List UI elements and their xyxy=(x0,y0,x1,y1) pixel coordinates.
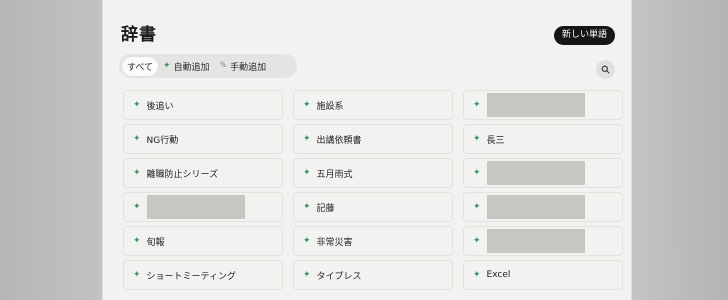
word-label: タイプレス xyxy=(316,271,362,282)
sparkle-icon: ✦ xyxy=(473,202,481,212)
word-label: 五月雨式 xyxy=(316,169,353,180)
dictionary-panel: 辞書 新しい単語 すべて ✦ 自動追加 ✎ 手動追加 ✦ 後追い ✦ NG行動 ✦ 離… xyxy=(102,0,632,300)
word-label: 旬報 xyxy=(146,237,165,248)
filter-tab-label: すべて xyxy=(127,62,154,73)
sparkle-icon: ✦ xyxy=(473,168,481,178)
sparkle-icon: ✦ xyxy=(303,168,311,178)
new-word-button[interactable]: 新しい単語 xyxy=(553,26,615,45)
pen-icon: ✎ xyxy=(219,61,228,71)
redacted-word xyxy=(486,195,585,219)
word-card[interactable]: ✦ xyxy=(123,192,283,222)
page-title: 辞書 xyxy=(121,25,157,45)
word-card[interactable]: ✦ Excel xyxy=(463,260,623,290)
redacted-word xyxy=(486,161,585,185)
sparkle-icon: ✦ xyxy=(473,100,481,110)
word-label: NG行動 xyxy=(146,135,179,146)
word-card[interactable]: ✦ 記藤 xyxy=(293,192,453,222)
word-card[interactable]: ✦ 施設系 xyxy=(293,90,453,120)
word-card[interactable]: ✦ ショートミーティング xyxy=(123,260,283,290)
redacted-word xyxy=(486,93,585,117)
word-label: 施設系 xyxy=(316,101,344,112)
sparkle-icon: ✦ xyxy=(303,100,311,110)
filter-tab-manual[interactable]: ✎ 手動追加 xyxy=(215,57,272,76)
sparkle-icon: ✦ xyxy=(303,236,311,246)
sparkle-icon: ✦ xyxy=(303,270,311,280)
sparkle-icon: ✦ xyxy=(473,236,481,246)
sparkle-icon: ✦ xyxy=(133,134,141,144)
filter-tabs: すべて ✦ 自動追加 ✎ 手動追加 xyxy=(119,54,297,78)
search-button[interactable] xyxy=(596,60,615,79)
word-label: Excel xyxy=(486,270,511,280)
sparkle-icon: ✦ xyxy=(473,134,481,144)
filter-tab-auto[interactable]: ✦ 自動追加 xyxy=(158,57,215,76)
word-label: 出講依頼書 xyxy=(316,135,362,146)
word-card[interactable]: ✦ 後追い xyxy=(123,90,283,120)
word-card[interactable]: ✦ 五月雨式 xyxy=(293,158,453,188)
word-card[interactable]: ✦ xyxy=(463,226,623,256)
word-card[interactable]: ✦ 出講依頼書 xyxy=(293,124,453,154)
sparkle-icon: ✦ xyxy=(133,100,141,110)
word-card[interactable]: ✦ 離職防止シリーズ xyxy=(123,158,283,188)
word-card[interactable]: ✦ xyxy=(463,158,623,188)
filter-tab-label: 自動追加 xyxy=(173,62,210,73)
word-label: 非常災害 xyxy=(316,237,353,248)
word-label: 長三 xyxy=(486,135,505,146)
word-label: ショートミーティング xyxy=(146,271,237,282)
word-card[interactable]: ✦ 旬報 xyxy=(123,226,283,256)
word-label: 離職防止シリーズ xyxy=(146,169,219,180)
word-card[interactable]: ✦ NG行動 xyxy=(123,124,283,154)
background-left xyxy=(0,0,102,300)
background-right xyxy=(632,0,728,300)
sparkle-icon: ✦ xyxy=(133,168,141,178)
sparkle-icon: ✦ xyxy=(303,202,311,212)
word-card[interactable]: ✦ 長三 xyxy=(463,124,623,154)
word-card[interactable]: ✦ タイプレス xyxy=(293,260,453,290)
sparkle-icon: ✦ xyxy=(133,236,141,246)
word-card[interactable]: ✦ xyxy=(463,192,623,222)
word-card[interactable]: ✦ 非常災害 xyxy=(293,226,453,256)
sparkle-icon: ✦ xyxy=(303,134,311,144)
sparkle-icon: ✦ xyxy=(473,270,481,280)
word-card[interactable]: ✦ xyxy=(463,90,623,120)
word-label: 後追い xyxy=(146,101,174,112)
redacted-word xyxy=(486,229,585,253)
filter-tab-all[interactable]: すべて xyxy=(122,56,159,76)
sparkle-icon: ✦ xyxy=(133,270,141,280)
filter-tab-label: 手動追加 xyxy=(230,62,267,73)
sparkle-icon: ✦ xyxy=(133,202,141,212)
search-icon xyxy=(601,65,610,74)
redacted-word xyxy=(146,195,245,219)
sparkle-icon: ✦ xyxy=(163,61,171,71)
word-label: 記藤 xyxy=(316,203,335,214)
